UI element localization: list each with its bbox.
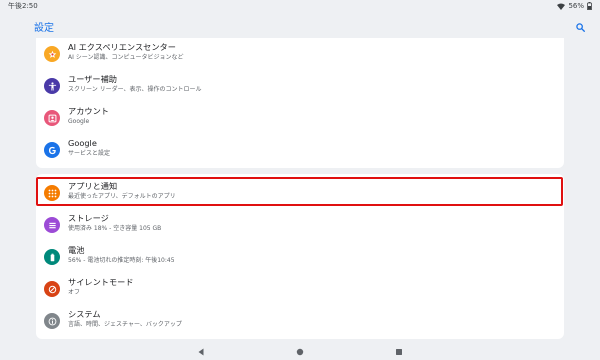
status-bar: 午後2:50 56% [0,0,600,12]
status-icons: 56% [557,2,592,10]
account-icon [44,110,60,126]
setting-subtitle: AI シーン認識、コンピュータビジョンなど [68,54,184,61]
search-icon [575,17,585,36]
setting-title: Google [68,138,97,148]
setting-item-battery[interactable]: 電池 56% - 電池切れの推定時刻: 午後10:45 [36,241,564,273]
setting-subtitle: 56% - 電池切れの推定時刻: 午後10:45 [68,257,175,264]
setting-title: 電池 [68,245,85,255]
setting-subtitle: 使用済み 18% - 空き容量 105 GB [68,225,162,232]
setting-item-ai-experience[interactable]: AI エクスペリエンスセンター AI シーン認識、コンピュータビジョンなど [36,38,564,70]
back-button[interactable] [195,344,207,356]
status-time: 午後2:50 [8,2,38,10]
highlight-box [36,177,563,206]
setting-subtitle: サービスと設定 [68,150,111,157]
storage-icon [44,217,60,233]
setting-subtitle: Google [68,118,90,125]
setting-title: システム [68,309,101,319]
battery-status-icon [587,2,592,10]
google-icon [44,142,60,158]
accessibility-icon [44,78,60,94]
battery-icon [44,249,60,265]
info-icon [44,313,60,329]
app-bar: 設定 [0,12,600,40]
setting-title: ストレージ [68,213,109,223]
home-button[interactable] [294,344,306,356]
page-title: 設定 [34,22,54,34]
wifi-icon [557,3,566,10]
setting-item-system[interactable]: システム 言語、時間、ジェスチャー、バックアップ [36,305,564,337]
setting-title: ユーザー補助 [68,74,117,84]
setting-subtitle: 言語、時間、ジェスチャー、バックアップ [68,321,182,328]
setting-item-google[interactable]: Google サービスと設定 [36,134,564,166]
setting-subtitle: オフ [68,289,81,296]
setting-item-accessibility[interactable]: ユーザー補助 スクリーン リーダー、表示、操作のコントロール [36,70,564,102]
recents-button[interactable] [393,344,405,356]
battery-percent: 56% [568,2,584,10]
setting-item-accounts[interactable]: アカウント Google [36,102,564,134]
setting-subtitle: スクリーン リーダー、表示、操作のコントロール [68,86,202,93]
search-button[interactable] [572,18,588,34]
do-not-disturb-icon [44,281,60,297]
recents-icon [395,341,403,360]
setting-title: AI エクスペリエンスセンター [68,42,176,52]
home-icon [296,341,304,360]
setting-title: サイレントモード [68,277,134,287]
star-icon [44,46,60,62]
setting-title: アカウント [68,106,109,116]
setting-item-storage[interactable]: ストレージ 使用済み 18% - 空き容量 105 GB [36,209,564,241]
navigation-bar [0,340,600,360]
back-icon [197,341,205,360]
setting-item-do-not-disturb[interactable]: サイレントモード オフ [36,273,564,305]
settings-group-top: AI エクスペリエンスセンター AI シーン認識、コンピュータビジョンなど ユー… [36,38,564,168]
